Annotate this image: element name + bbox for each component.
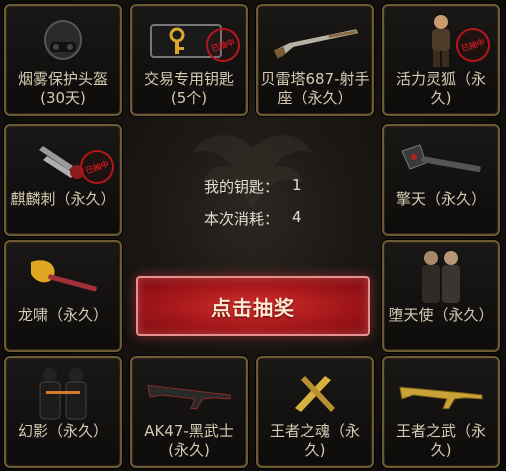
prize-tile-4[interactable]: 已抽中 活力灵狐（永 久) [382, 4, 500, 116]
prize-label: AK47-黑武士 (永久) [144, 422, 234, 459]
soldiers-icon [18, 366, 108, 420]
draw-button[interactable]: 点击抽奖 [136, 276, 370, 336]
cost-value: 4 [292, 208, 302, 226]
rifle-icon [144, 366, 234, 420]
prize-label: 龙啸（永久） [17, 306, 108, 324]
prize-tile-1[interactable]: 烟雾保护头盔 (30天) [4, 4, 122, 116]
cost-label: 本次消耗： [204, 210, 280, 228]
golden-blade-icon [270, 366, 360, 420]
helmet-icon [18, 14, 108, 68]
prize-tile-5[interactable]: 已抽中 麒麟刺（永久） [4, 124, 122, 236]
prize-tile-7[interactable]: 龙啸（永久） [4, 240, 122, 352]
shotgun-icon [270, 14, 360, 68]
dragon-axe-icon [18, 250, 108, 304]
prize-label: 幻影（永久） [17, 422, 108, 440]
prize-label: 活力灵狐（永 久) [395, 70, 486, 107]
prize-label: 王者之魂（永 久) [269, 422, 360, 459]
prize-label: 王者之武（永 久) [395, 422, 486, 459]
prize-tile-12[interactable]: 王者之武（永 久) [382, 356, 500, 468]
prize-tile-6[interactable]: 擎天（永久） [382, 124, 500, 236]
prize-label: 堕天使（永久） [388, 306, 494, 324]
prize-tile-11[interactable]: 王者之魂（永 久) [256, 356, 374, 468]
prize-label: 交易专用钥匙 (5个) [143, 70, 234, 107]
lottery-board: 烟雾保护头盔 (30天) 已抽中 交易专用钥匙 (5个) 贝雷塔687-射手 座… [0, 0, 506, 471]
prize-tile-9[interactable]: 幻影（永久） [4, 356, 122, 468]
hammer-icon [396, 134, 486, 188]
prize-tile-2[interactable]: 已抽中 交易专用钥匙 (5个) [130, 4, 248, 116]
prize-tile-8[interactable]: 堕天使（永久） [382, 240, 500, 352]
prize-tile-10[interactable]: AK47-黑武士 (永久) [130, 356, 248, 468]
keys-value: 1 [292, 176, 302, 194]
prize-tile-3[interactable]: 贝雷塔687-射手 座（永久） [256, 4, 374, 116]
prize-label: 擎天（永久） [395, 190, 486, 208]
wings-emblem-icon [193, 135, 313, 208]
prize-label: 麒麟刺（永久） [10, 190, 116, 208]
prize-label: 烟雾保护头盔 (30天) [17, 70, 108, 107]
golden-rifle-icon [396, 366, 486, 420]
character-pair-icon [396, 250, 486, 304]
prize-label: 贝雷塔687-射手 座（永久） [260, 70, 370, 107]
keys-label: 我的钥匙： [204, 178, 280, 196]
